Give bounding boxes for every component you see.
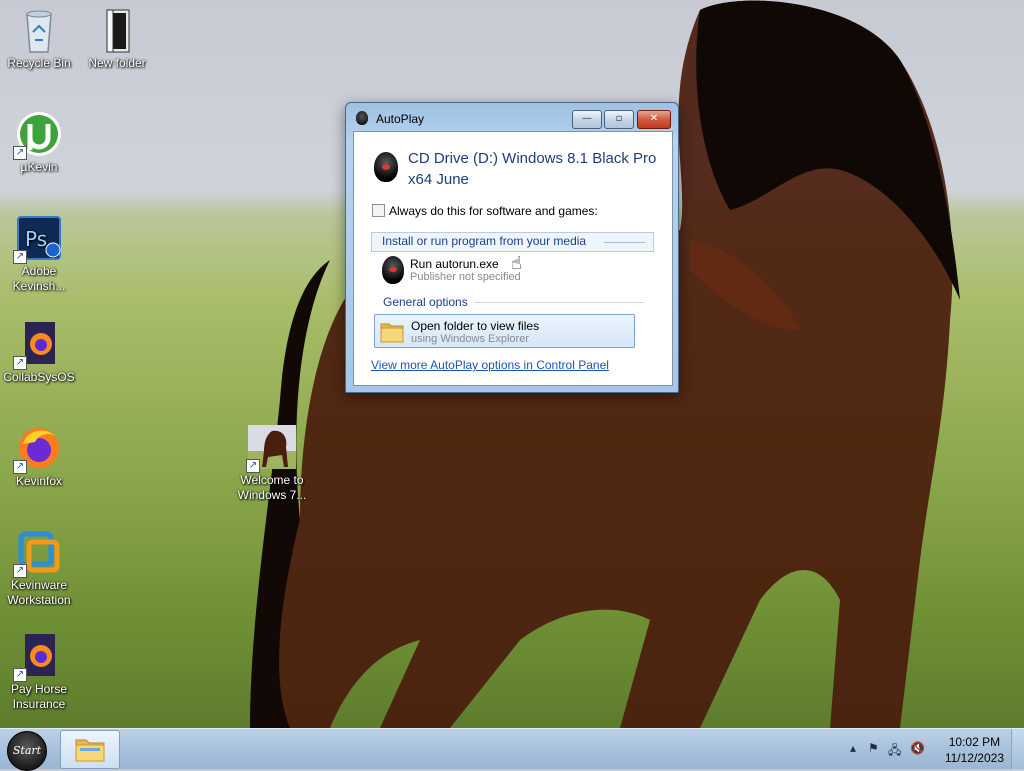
utorrent-icon: ↗	[13, 110, 63, 160]
section-header-label: Install or run program from your media	[382, 234, 587, 248]
clock-date: 11/12/2023	[944, 751, 1004, 765]
shortcut-arrow-icon: ↗	[13, 564, 27, 578]
always-do-this-checkbox[interactable]	[372, 204, 385, 217]
shortcut-arrow-icon: ↗	[13, 146, 27, 160]
always-do-this-row[interactable]: Always do this for software and games:	[372, 203, 598, 218]
desktop-icon-label: CollabSysOS	[3, 370, 75, 384]
desktop-icon-kevinware-workstation[interactable]: ↗ Kevinware Workstation	[1, 528, 77, 608]
photoshop-icon: Ps ↗	[13, 214, 63, 264]
desktop-icon-label: µKevin	[20, 160, 58, 174]
desktop-icon-ukevin[interactable]: ↗ µKevin	[1, 110, 77, 175]
desktop-icon-label: Kevinware Workstation	[7, 578, 71, 607]
desktop-icon-kevinfox[interactable]: ↗ Kevinfox	[1, 424, 77, 489]
system-tray: ▴ ⚑ 🖧 🔇 10:02 PM 11/12/2023	[844, 729, 1024, 769]
maximize-button[interactable]: ▫	[604, 110, 634, 129]
folder-option-title: Open folder to view files	[411, 319, 540, 333]
firefox-doc-icon: ↗	[13, 320, 63, 370]
firefox-doc-icon: ↗	[13, 632, 63, 682]
desktop-icon-label: Pay Horse Insurance	[10, 682, 68, 711]
desktop-icon-pay-horse-insurance[interactable]: ↗ Pay Horse Insurance	[1, 632, 77, 712]
folder-option-subtitle: using Windows Explorer	[411, 333, 529, 345]
window-titlebar[interactable]: AutoPlay — ▫ ✕	[346, 103, 678, 131]
close-button[interactable]: ✕	[637, 110, 671, 129]
network-icon[interactable]: 🖧	[888, 741, 901, 762]
run-option-subtitle: Publisher not specified	[410, 271, 521, 283]
section-divider	[474, 302, 644, 303]
alienware-icon	[356, 111, 368, 125]
section-header-install: Install or run program from your media	[371, 232, 654, 252]
show-desktop-button[interactable]	[1011, 729, 1024, 769]
clock-time: 10:02 PM	[948, 735, 1001, 749]
window-title: AutoPlay	[376, 112, 425, 126]
desktop-icon-label: New folder	[88, 56, 146, 70]
control-panel-link[interactable]: View more AutoPlay options in Control Pa…	[371, 358, 609, 372]
window-content: CD Drive (D:) Windows 8.1 Black Pro x64 …	[353, 131, 673, 386]
minimize-button[interactable]: —	[572, 110, 602, 129]
shortcut-arrow-icon: ↗	[13, 356, 27, 370]
section-divider	[604, 242, 645, 243]
shortcut-arrow-icon: ↗	[13, 250, 27, 264]
desktop-icon-recycle-bin[interactable]: Recycle Bin	[1, 6, 77, 71]
desktop-icon-label: Recycle Bin	[7, 56, 71, 70]
folder-icon	[75, 739, 105, 762]
taskbar: Start ▴ ⚑ 🖧 🔇 10:02 PM 11/12/2023	[0, 728, 1024, 771]
folder-icon	[380, 323, 404, 343]
start-button[interactable]: Start	[7, 731, 47, 771]
open-folder-option[interactable]: Open folder to view files using Windows …	[374, 314, 635, 348]
section-header-general: General options	[383, 295, 468, 309]
alienware-icon	[382, 256, 404, 284]
firefox-icon: ↗	[13, 424, 63, 474]
desktop-icon-collabsysos[interactable]: ↗ CollabSysOS	[1, 320, 77, 385]
action-center-flag-icon[interactable]: ⚑	[868, 741, 879, 755]
shortcut-arrow-icon: ↗	[13, 668, 27, 682]
taskbar-explorer-button[interactable]	[60, 730, 120, 769]
folder-icon	[93, 6, 141, 54]
run-autorun-option[interactable]: Run autorun.exe Publisher not specified	[378, 254, 628, 286]
desktop-icon-label: Welcome to Windows 7...	[237, 473, 307, 502]
autoplay-window[interactable]: AutoPlay — ▫ ✕ CD Drive (D:) Windows 8.1…	[345, 102, 679, 393]
always-do-this-label: Always do this for software and games:	[389, 203, 598, 218]
workstation-icon: ↗	[13, 528, 63, 578]
shortcut-arrow-icon: ↗	[246, 459, 260, 473]
hand-cursor-icon: ☝	[511, 253, 522, 274]
run-option-title: Run autorun.exe	[410, 257, 499, 271]
volume-muted-icon[interactable]: 🔇	[910, 741, 925, 755]
recycle-bin-icon	[15, 6, 63, 54]
show-hidden-icons-button[interactable]: ▴	[850, 741, 856, 755]
device-title: CD Drive (D:) Windows 8.1 Black Pro x64 …	[408, 150, 657, 188]
desktop-icon-adobe-kevinsh[interactable]: Ps ↗ Adobe Kevinsh...	[1, 214, 77, 294]
desktop-icon-new-folder[interactable]: New folder	[79, 6, 155, 71]
cd-drive-icon	[374, 152, 398, 182]
desktop-icon-label: Kevinfox	[15, 474, 63, 488]
svg-text:Ps: Ps	[25, 227, 47, 251]
desktop-icon-label: Adobe Kevinsh...	[12, 264, 66, 293]
horse-image-icon: ↗	[246, 423, 296, 473]
clock[interactable]: 10:02 PM 11/12/2023	[945, 734, 1004, 766]
desktop-icon-welcome-windows7[interactable]: ↗ Welcome to Windows 7...	[234, 423, 310, 503]
shortcut-arrow-icon: ↗	[13, 460, 27, 474]
